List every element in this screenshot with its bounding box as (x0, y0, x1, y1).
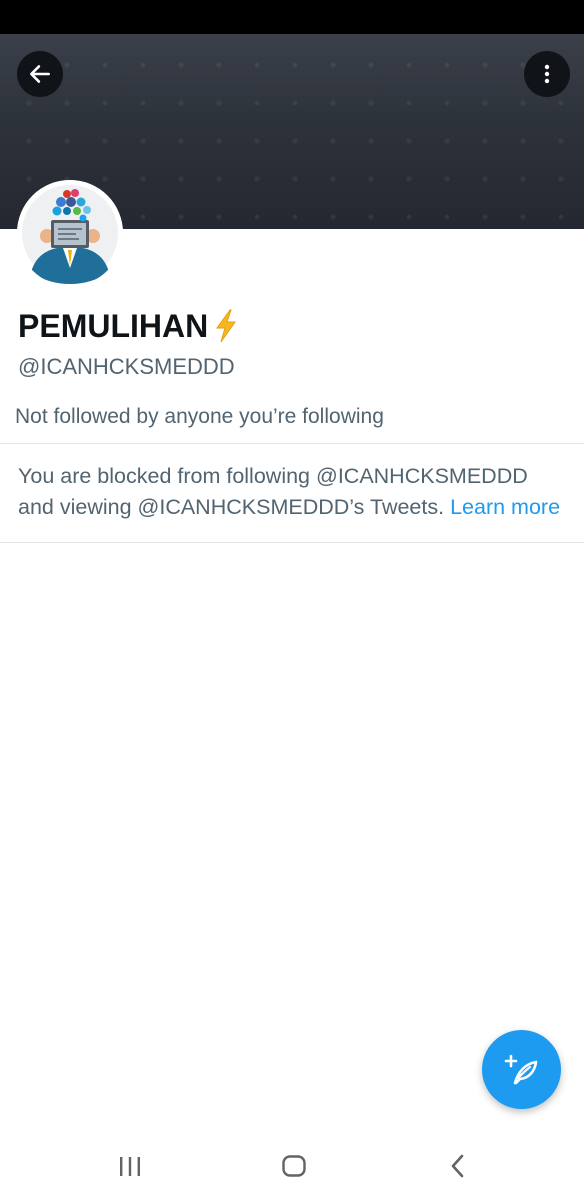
system-navigation-bar (0, 1132, 584, 1200)
recent-apps-button[interactable] (110, 1150, 150, 1182)
more-vertical-icon (544, 64, 550, 84)
blocked-notice-line2: and viewing @ICANHCKSMEDDD’s Tweets. (18, 495, 445, 519)
home-button[interactable] (274, 1150, 314, 1182)
system-back-button[interactable] (438, 1150, 478, 1182)
learn-more-link[interactable]: Learn more (450, 495, 560, 519)
lightning-bolt-icon (214, 309, 238, 343)
compose-tweet-button[interactable] (482, 1030, 561, 1109)
status-bar (0, 0, 584, 34)
profile-avatar[interactable] (17, 180, 123, 286)
more-options-button[interactable] (524, 51, 570, 97)
display-name-text: PEMULIHAN (18, 308, 209, 344)
blocked-notice-line1: You are blocked from following @ICANHCKS… (18, 464, 528, 488)
recent-apps-icon (120, 1157, 140, 1176)
followers-you-know: Not followed by anyone you’re following (15, 405, 384, 428)
home-icon (282, 1155, 306, 1177)
divider (0, 542, 584, 543)
chevron-left-icon (451, 1154, 464, 1178)
back-button[interactable] (17, 51, 63, 97)
avatar-illustration (17, 180, 123, 286)
profile-handle: @ICANHCKSMEDDD (18, 354, 235, 379)
compose-tweet-icon (504, 1054, 537, 1084)
arrow-left-icon (30, 65, 50, 83)
divider (0, 443, 584, 444)
blocked-notice: You are blocked from following @ICANHCKS… (18, 461, 574, 523)
profile-display-name: PEMULIHAN (18, 306, 238, 346)
